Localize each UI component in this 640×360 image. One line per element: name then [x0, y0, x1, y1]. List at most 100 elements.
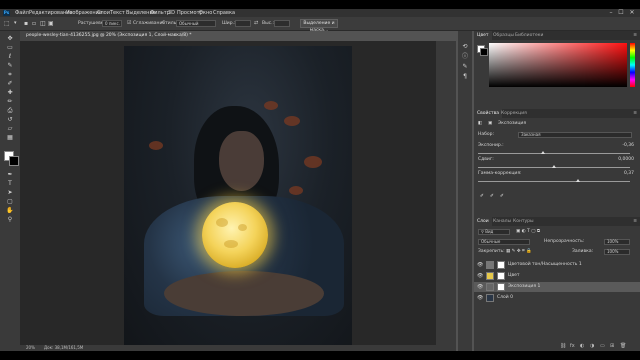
history-panel-icon[interactable]: ⟲ — [461, 43, 469, 51]
offset-slider[interactable] — [478, 165, 630, 168]
filter-pixel-icon[interactable]: ▣ ◐ T ▢ ⧉ — [516, 229, 540, 235]
add-mask-icon[interactable]: ◐ — [580, 341, 584, 351]
layer-mask-thumb[interactable] — [497, 283, 505, 291]
antialias-checkbox[interactable]: ☑ — [127, 20, 131, 27]
menu-file[interactable]: Файл — [15, 9, 29, 17]
preset-select[interactable]: Заказная — [518, 132, 632, 138]
path-select-tool-icon[interactable]: ➤ — [3, 189, 17, 197]
group-icon[interactable]: ▭ — [600, 341, 605, 351]
height-input[interactable] — [274, 20, 290, 27]
link-layers-icon[interactable]: ⛓ — [560, 341, 566, 351]
hand-tool-icon[interactable]: ✋ — [3, 207, 17, 215]
maximize-button[interactable]: ☐ — [616, 9, 626, 17]
lock-icons[interactable]: ▦ ✎ ✥ ⌗ 🔒 — [506, 249, 532, 255]
menu-3d[interactable]: 3D — [168, 9, 175, 17]
blend-mode-select[interactable]: Обычные — [478, 239, 530, 245]
tab-libraries[interactable]: Библиотеки — [512, 31, 546, 40]
layer-name[interactable]: Цвет — [508, 271, 520, 281]
new-selection-icon[interactable]: ▪ — [24, 20, 28, 27]
exposure-slider[interactable] — [478, 151, 630, 154]
mask-icon[interactable]: ▣ — [488, 121, 492, 127]
gradient-tool-icon[interactable]: ▦ — [3, 134, 17, 142]
marquee-tool-icon[interactable]: ▭ — [3, 44, 17, 52]
crop-tool-icon[interactable]: ⌗ — [3, 71, 17, 79]
healing-tool-icon[interactable]: ✚ — [3, 89, 17, 97]
eyedropper-white-icon[interactable]: ✐ — [500, 194, 504, 200]
feather-input[interactable]: 0 пикс. — [102, 20, 122, 27]
eyedropper-gray-icon[interactable]: ✐ — [490, 194, 494, 200]
visibility-eye-icon[interactable]: 👁 — [477, 260, 483, 270]
tab-color[interactable]: Цвет — [474, 31, 492, 40]
history-brush-tool-icon[interactable]: ↺ — [3, 116, 17, 124]
document-tab[interactable]: people-wesley-tian-4136255.jpg @ 20% (Эк… — [20, 31, 192, 41]
zoom-tool-icon[interactable]: ⚲ — [3, 216, 17, 224]
menu-window[interactable]: Окно — [199, 9, 212, 17]
add-selection-icon[interactable]: ▫ — [32, 20, 36, 27]
pen-tool-icon[interactable]: ✒ — [3, 171, 17, 179]
select-and-mask-button[interactable]: Выделение и маска... — [300, 19, 338, 33]
brush-panel-icon[interactable]: ✎ — [461, 63, 469, 71]
close-tab-icon[interactable]: × — [173, 31, 177, 41]
move-tool-icon[interactable]: ✥ — [3, 35, 17, 43]
zoom-level[interactable]: 20% — [26, 345, 35, 351]
eraser-tool-icon[interactable]: ▱ — [3, 125, 17, 133]
color-panel-menu-icon[interactable]: ≡ — [633, 31, 637, 40]
hue-slider[interactable] — [630, 43, 635, 87]
layer-name[interactable]: Цветовой тон/Насыщенность 1 — [508, 260, 582, 270]
subtract-selection-icon[interactable]: ◫ — [40, 20, 46, 27]
eyedropper-black-icon[interactable]: ✐ — [480, 194, 484, 200]
info-panel-icon[interactable]: ⓘ — [461, 53, 469, 61]
opacity-input[interactable]: 100% — [604, 239, 630, 245]
menu-filter[interactable]: Фильтр — [150, 9, 170, 17]
panel-background-swatch[interactable] — [480, 48, 488, 56]
canvas-area[interactable] — [20, 41, 456, 350]
type-tool-icon[interactable]: T — [3, 180, 17, 188]
visibility-eye-icon[interactable]: 👁 — [477, 293, 483, 303]
exposure-slider-knob[interactable] — [541, 151, 546, 154]
new-layer-icon[interactable]: ⊞ — [610, 341, 614, 351]
paragraph-panel-icon[interactable]: ¶ — [461, 73, 469, 81]
tab-adjustments[interactable]: Коррекция — [498, 109, 530, 118]
layer-row[interactable]: 👁 Цветовой тон/Насыщенность 1 — [474, 260, 640, 270]
gamma-value[interactable]: 0,37 — [624, 171, 634, 177]
gamma-slider-knob[interactable] — [576, 179, 581, 182]
tool-preset-chevron-icon[interactable]: ▾ — [14, 20, 17, 27]
offset-value[interactable]: 0,0000 — [618, 157, 634, 163]
layer-mask-thumb[interactable] — [497, 272, 505, 280]
color-picker-field[interactable] — [489, 43, 627, 87]
layer-name[interactable]: Слой 0 — [497, 293, 513, 303]
brush-tool-icon[interactable]: ✏ — [3, 98, 17, 106]
layer-name[interactable]: Экспозиция 1 — [508, 282, 540, 292]
layer-mask-thumb[interactable] — [497, 261, 505, 269]
stamp-tool-icon[interactable]: ⎙ — [3, 107, 17, 115]
layers-menu-icon[interactable]: ≡ — [633, 217, 637, 226]
canvas-scrollbar[interactable] — [436, 41, 456, 345]
intersect-selection-icon[interactable]: ▣ — [48, 20, 54, 27]
tab-paths[interactable]: Контуры — [510, 217, 537, 226]
lasso-tool-icon[interactable]: ℓ — [3, 53, 17, 61]
layer-row[interactable]: 👁 Цвет — [474, 271, 640, 281]
style-select[interactable]: Обычный — [176, 20, 216, 27]
background-color-swatch[interactable] — [9, 156, 19, 166]
fill-input[interactable]: 100% — [604, 249, 630, 255]
gamma-slider[interactable] — [478, 179, 630, 182]
layer-row-selected[interactable]: 👁 Экспозиция 1 — [474, 282, 640, 292]
width-input[interactable] — [235, 20, 251, 27]
tool-preset-icon[interactable]: ⬚ — [4, 20, 10, 27]
shape-tool-icon[interactable]: ▢ — [3, 198, 17, 206]
visibility-eye-icon[interactable]: 👁 — [477, 282, 483, 292]
visibility-eye-icon[interactable]: 👁 — [477, 271, 483, 281]
adjustment-layer-icon[interactable]: ◑ — [590, 341, 594, 351]
quick-select-tool-icon[interactable]: ✎ — [3, 62, 17, 70]
close-button[interactable]: ✕ — [627, 9, 637, 17]
menu-layers[interactable]: Слои — [97, 9, 110, 17]
swap-dimensions-icon[interactable]: ⇄ — [254, 20, 258, 27]
layer-filter-select[interactable]: ⚲ Вид — [478, 229, 510, 235]
layer-row[interactable]: 👁 Слой 0 — [474, 293, 640, 303]
properties-menu-icon[interactable]: ≡ — [633, 109, 637, 118]
menu-help[interactable]: Справка — [213, 9, 235, 17]
minimize-button[interactable]: – — [606, 9, 616, 17]
menu-text[interactable]: Текст — [110, 9, 125, 17]
delete-layer-icon[interactable]: 🗑 — [620, 341, 626, 351]
eyedropper-tool-icon[interactable]: ✐ — [3, 80, 17, 88]
